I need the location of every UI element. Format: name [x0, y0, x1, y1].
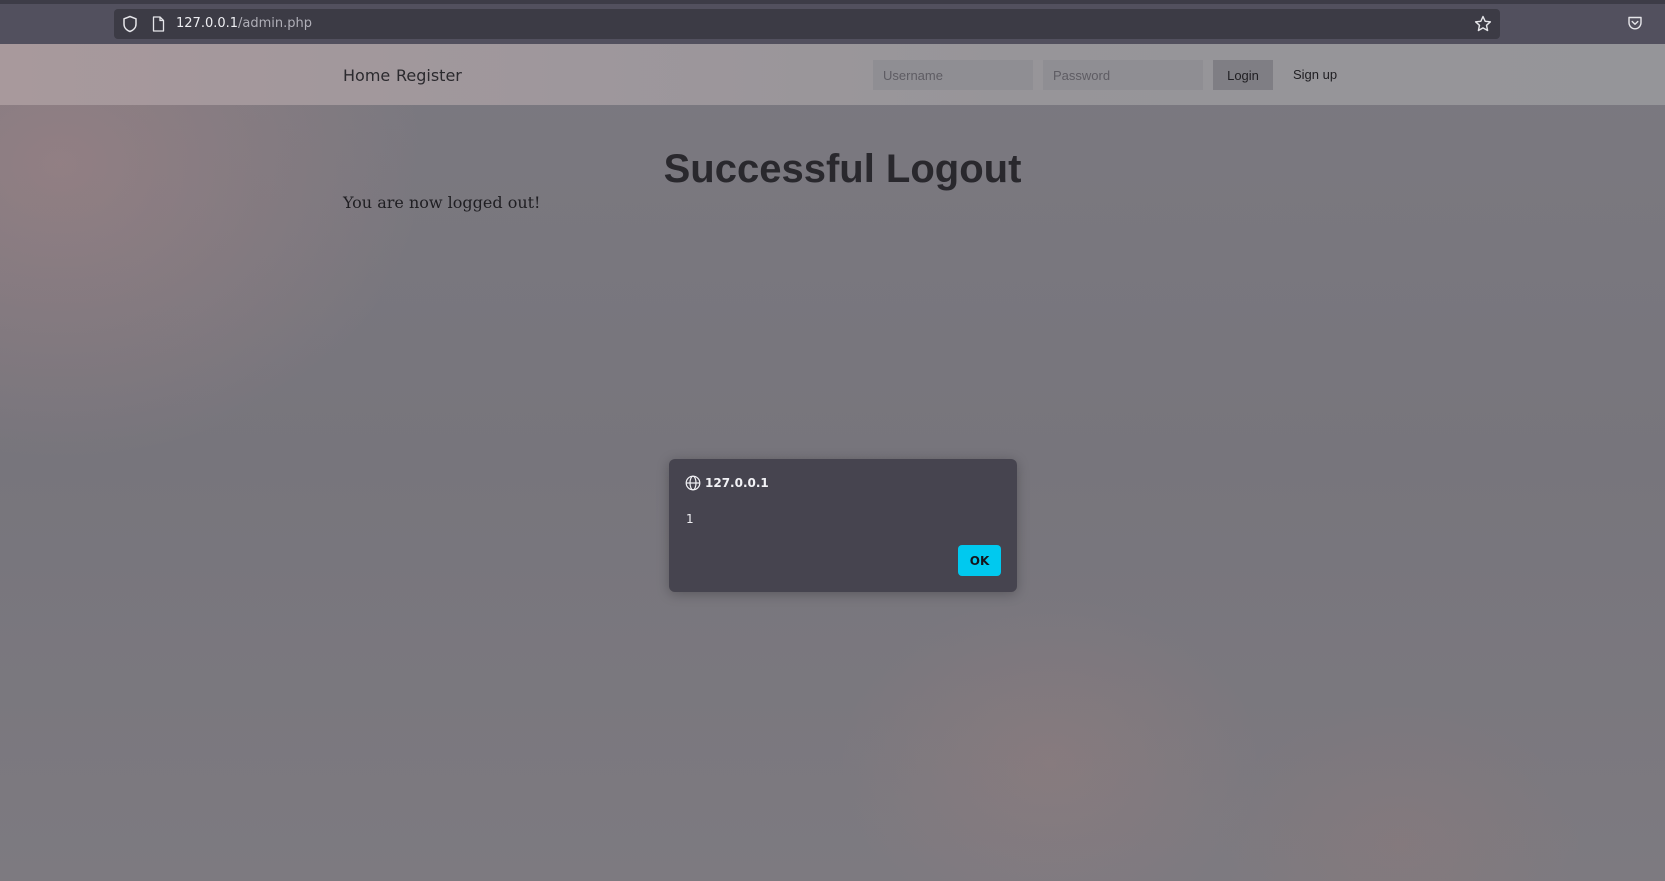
- dialog-origin: 127.0.0.1: [705, 476, 769, 490]
- username-field[interactable]: [873, 60, 1033, 90]
- url-host: 127.0.0.1: [176, 16, 239, 31]
- page-title: Successful Logout: [663, 147, 1022, 191]
- star-icon[interactable]: [1474, 15, 1492, 33]
- login-button[interactable]: Login: [1213, 60, 1273, 90]
- pocket-icon[interactable]: [1627, 15, 1643, 31]
- logout-message: You are now logged out!: [343, 193, 541, 212]
- signup-link[interactable]: Sign up: [1293, 67, 1337, 83]
- alert-dialog: 127.0.0.1 1 OK: [669, 459, 1017, 592]
- url-path: /admin.php: [238, 16, 313, 31]
- site-navbar: [0, 44, 1665, 105]
- globe-icon: [685, 475, 701, 491]
- dialog-message: 1: [686, 512, 694, 526]
- password-field[interactable]: [1043, 60, 1203, 90]
- url-text[interactable]: 127.0.0.1/admin.php: [176, 15, 312, 33]
- url-bar[interactable]: [114, 9, 1500, 39]
- page-icon: [152, 16, 165, 32]
- nav-home-link[interactable]: Home: [343, 66, 390, 86]
- ok-button[interactable]: OK: [958, 545, 1001, 576]
- shield-icon[interactable]: [122, 15, 138, 33]
- nav-register-link[interactable]: Register: [396, 66, 462, 86]
